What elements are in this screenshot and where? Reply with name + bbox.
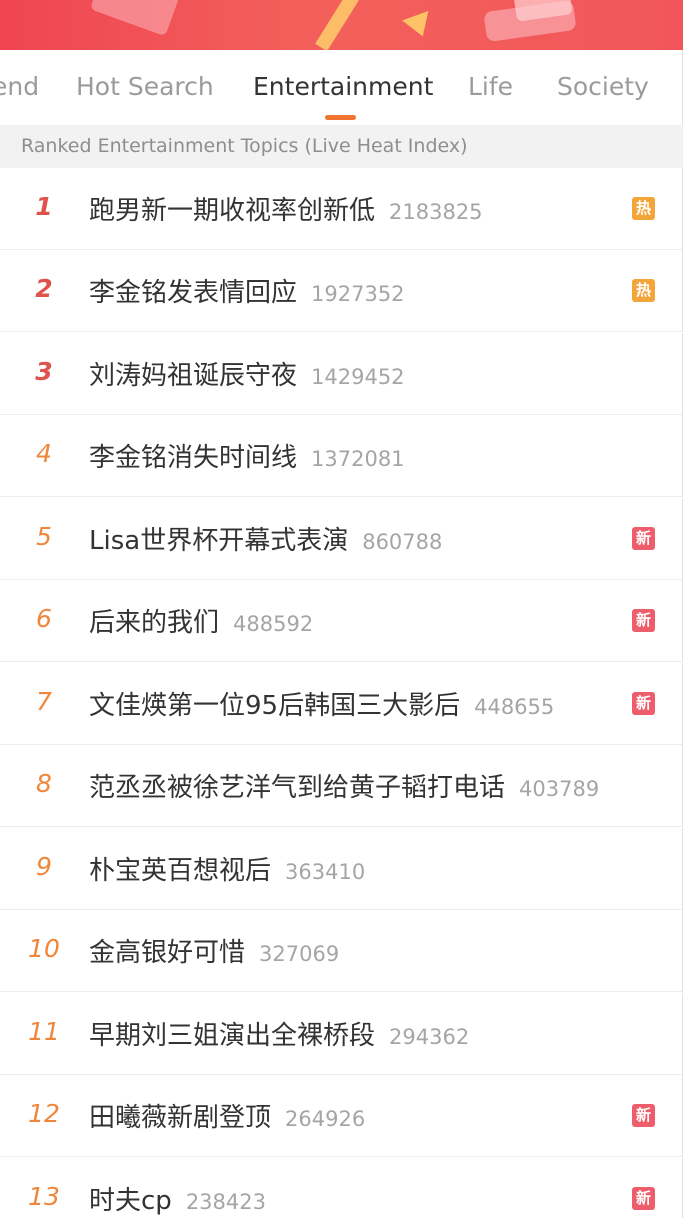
rank-number: 8 [36,769,52,798]
topic-title: 后来的我们 488592 [89,602,313,639]
topic-title-text: 文佳煐第一位95后韩国三大影后 [89,691,461,721]
topic-title-text: 时夫cp [89,1186,172,1216]
heat-index: 448655 [474,695,555,719]
rank-number: 4 [36,439,52,468]
topic-title: 李金铭发表情回应 1927352 [89,272,405,309]
rank-number: 11 [28,1017,60,1046]
tab-entertainment[interactable]: Entertainment [253,72,433,101]
topic-title-text: 范丞丞被徐艺洋气到给黄子韬打电话 [89,773,506,803]
heat-index: 238423 [185,1190,266,1214]
rank-number: 10 [28,934,60,963]
heat-index: 363410 [285,860,366,884]
banner-decoration [89,0,181,37]
list-item[interactable]: 11 早期刘三姐演出全裸桥段 294362 [0,993,683,1075]
new-badge: 新 [632,1187,655,1210]
new-badge: 新 [632,692,655,715]
heat-index: 488592 [233,612,314,636]
topic-title: 早期刘三姐演出全裸桥段 294362 [89,1015,469,1052]
topic-title: 田曦薇新剧登顶 264926 [89,1097,365,1134]
topic-title-text: 跑男新一期收视率创新低 [89,196,376,226]
rank-number: 13 [28,1182,60,1211]
heat-index: 1927352 [311,282,405,306]
heat-index: 327069 [259,942,340,966]
list-item[interactable]: 12 田曦薇新剧登顶 264926 新 [0,1075,683,1157]
topic-title-text: 李金铭发表情回应 [89,278,298,308]
list-item[interactable]: 7 文佳煐第一位95后韩国三大影后 448655 新 [0,663,683,745]
rank-number: 12 [28,1099,60,1128]
new-badge: 新 [632,1104,655,1127]
list-item[interactable]: 10 金高银好可惜 327069 [0,910,683,992]
topic-title-text: 后来的我们 [89,608,220,638]
rank-number: 7 [36,687,52,716]
list-item[interactable]: 5 Lisa世界杯开幕式表演 860788 新 [0,498,683,580]
list-item[interactable]: 2 李金铭发表情回应 1927352 热 [0,250,683,332]
topic-title: 文佳煐第一位95后韩国三大影后 448655 [89,685,554,722]
topic-title-text: 金高银好可惜 [89,938,246,968]
topic-title: 刘涛妈祖诞辰守夜 1429452 [89,355,405,392]
topic-title: 朴宝英百想视后 363410 [89,850,365,887]
heat-index: 2183825 [389,200,483,224]
tab-life[interactable]: Life [468,72,513,101]
tab-hot-search[interactable]: Hot Search [76,72,214,101]
tab-society[interactable]: Society [557,72,649,101]
new-badge: 新 [632,527,655,550]
banner-decoration [402,10,436,42]
list-item[interactable]: 8 范丞丞被徐艺洋气到给黄子韬打电话 403789 [0,745,683,827]
topic-title-text: 田曦薇新剧登顶 [89,1103,272,1133]
hot-badge: 热 [632,279,655,302]
list-item[interactable]: 9 朴宝英百想视后 363410 [0,828,683,910]
list-item[interactable]: 13 时夫cp 238423 新 [0,1158,683,1218]
heat-index: 294362 [389,1025,470,1049]
topic-title-text: 李金铭消失时间线 [89,443,298,473]
new-badge: 新 [632,609,655,632]
topic-title: 跑男新一期收视率创新低 2183825 [89,190,483,227]
tab-trend[interactable]: end [0,72,39,101]
header-banner [0,0,683,50]
rank-number: 3 [35,357,53,386]
topic-title: 范丞丞被徐艺洋气到给黄子韬打电话 403789 [89,767,599,804]
topic-title-text: 早期刘三姐演出全裸桥段 [89,1021,376,1051]
list-item[interactable]: 6 后来的我们 488592 新 [0,580,683,662]
heat-index: 264926 [285,1107,366,1131]
hot-badge: 热 [632,197,655,220]
heat-index: 403789 [519,777,600,801]
heat-index: 1372081 [311,447,405,471]
rank-number: 9 [36,852,52,881]
topic-title-text: Lisa世界杯开幕式表演 [89,526,349,556]
list-item[interactable]: 4 李金铭消失时间线 1372081 [0,415,683,497]
banner-decoration [315,0,359,50]
list-item[interactable]: 3 刘涛妈祖诞辰守夜 1429452 [0,333,683,415]
topic-title-text: 朴宝英百想视后 [89,856,272,886]
active-tab-indicator [325,115,356,120]
heat-index: 860788 [362,530,443,554]
heat-index: 1429452 [311,365,405,389]
rank-number: 1 [35,192,53,221]
topic-title: 时夫cp 238423 [89,1180,266,1217]
topic-title: 金高银好可惜 327069 [89,932,339,969]
rank-number: 6 [36,604,52,633]
topic-title: Lisa世界杯开幕式表演 860788 [89,520,442,557]
list-item[interactable]: 1 跑男新一期收视率创新低 2183825 热 [0,168,683,250]
topic-title-text: 刘涛妈祖诞辰守夜 [89,361,298,391]
rank-number: 5 [36,522,52,551]
category-tab-bar: end Hot Search Entertainment Life Societ… [0,50,683,125]
rank-number: 2 [35,274,53,303]
list-subheader: Ranked Entertainment Topics (Live Heat I… [0,125,683,168]
topic-title: 李金铭消失时间线 1372081 [89,437,405,474]
